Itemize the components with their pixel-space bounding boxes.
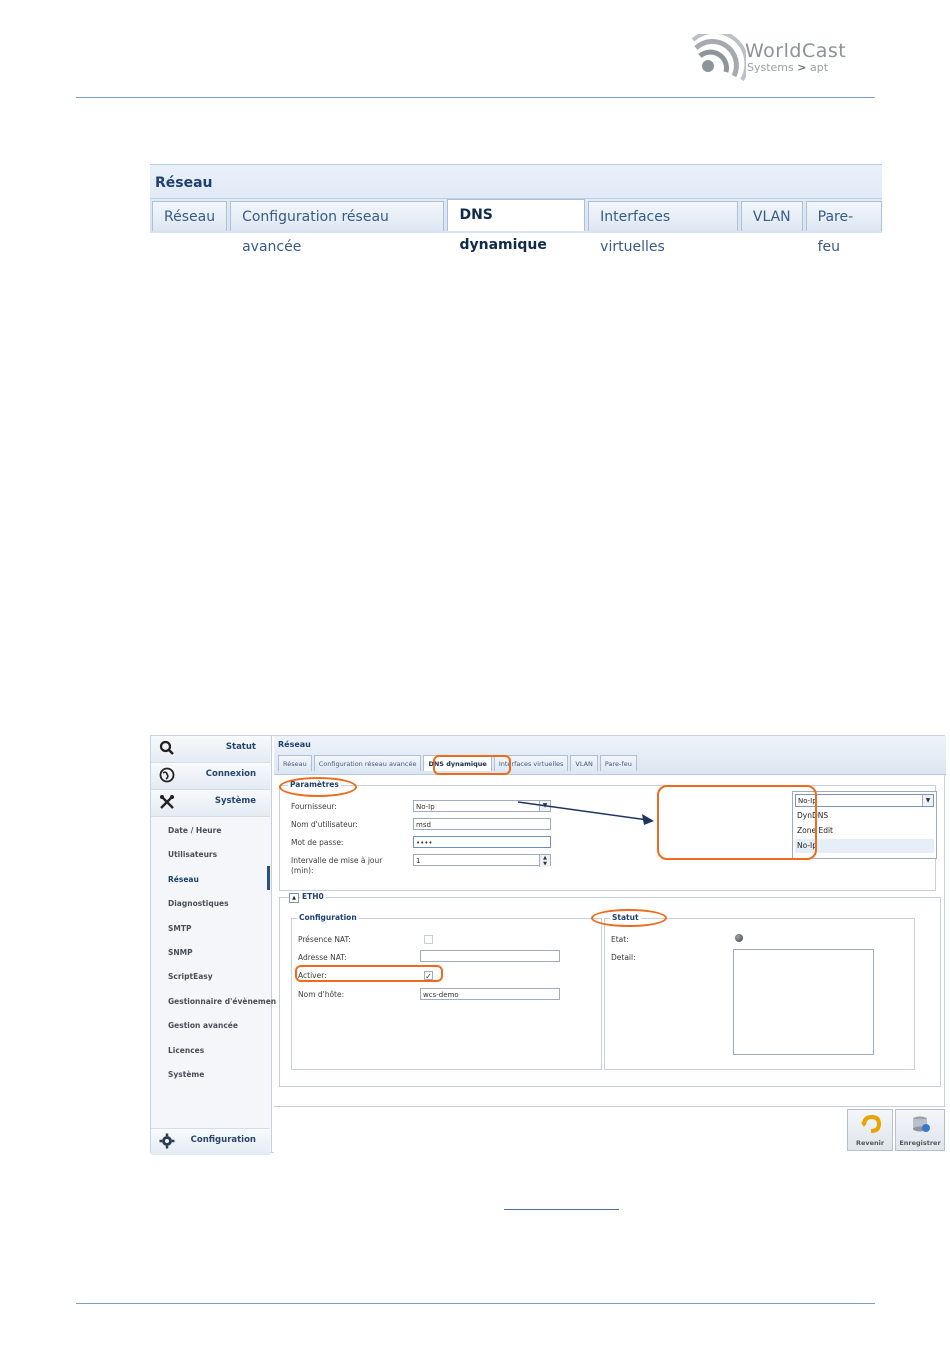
- provider-label: Fournisseur:: [291, 802, 337, 811]
- annotation-dns-tab: [433, 755, 511, 775]
- save-label: Enregistrer: [899, 1139, 941, 1147]
- logo-sub-right: apt: [809, 61, 829, 74]
- interval-stepper[interactable]: 1 ▲ ▼: [413, 854, 551, 867]
- hostname-label: Nom d'hôte:: [298, 990, 345, 999]
- arrow-icon: [517, 801, 654, 825]
- sidebar-cat-statut[interactable]: Statut: [151, 736, 270, 763]
- tab-vlan[interactable]: VLAN: [740, 201, 803, 231]
- logo-sub-sep: >: [797, 61, 807, 74]
- sidebar-item-licences[interactable]: Licences: [168, 1046, 204, 1055]
- gear-icon: [159, 1133, 175, 1149]
- interval-label: Intervalle de mise à jour: [291, 856, 383, 865]
- sidebar-item-snmp[interactable]: SNMP: [168, 948, 193, 957]
- chevron-down-icon[interactable]: ▼: [922, 795, 933, 806]
- main-titlebar: Réseau Réseau Configuration réseau avanc…: [274, 736, 946, 775]
- sidebar-cat-label: Configuration: [190, 1135, 256, 1145]
- sidebar-item-systeme[interactable]: Système: [168, 1070, 204, 1079]
- sidebar-item-utilisateurs[interactable]: Utilisateurs: [168, 850, 217, 859]
- config-screenshot: Statut Connexion Système Date / Heure Ut…: [150, 735, 946, 1155]
- tab-list: Réseau Configuration réseau avancée DNS …: [152, 199, 882, 255]
- config-legend: Configuration: [297, 913, 359, 922]
- nat-address-input[interactable]: [420, 950, 560, 962]
- sidebar-cat-label: Système: [214, 796, 256, 806]
- username-label: Nom d'utilisateur:: [291, 820, 358, 829]
- tab-dns-dynamique[interactable]: DNS dynamique: [447, 199, 586, 253]
- search-icon: [159, 740, 175, 756]
- main-area: Réseau Réseau Configuration réseau avanc…: [274, 736, 946, 1153]
- sidebar-active-marker: [267, 866, 270, 890]
- detail-label: Detail:: [611, 953, 636, 962]
- header-divider: [76, 97, 875, 98]
- sidebar-cat-configuration[interactable]: Configuration: [151, 1128, 270, 1155]
- status-group: Statut Etat: Detail:: [604, 913, 915, 1070]
- sidebar-item-diagnostiques[interactable]: Diagnostiques: [168, 899, 229, 908]
- logo-subtitle: Systems > apt: [747, 61, 828, 74]
- password-label: Mot de passe:: [291, 838, 344, 847]
- undo-icon: [861, 1114, 882, 1134]
- worldcast-logo-mark: [691, 34, 746, 82]
- revert-button[interactable]: Revenir: [847, 1109, 893, 1151]
- sidebar-cat-systeme[interactable]: Système: [151, 790, 270, 817]
- eth0-title: ETH0: [300, 892, 326, 901]
- password-input[interactable]: ••••: [413, 836, 551, 848]
- stepper-down-icon[interactable]: ▼: [539, 861, 550, 867]
- tab-vlan[interactable]: VLAN: [570, 755, 598, 771]
- network-tabbar-zoomed: Réseau Réseau Configuration réseau avanc…: [150, 164, 882, 255]
- nat-address-label: Adresse NAT:: [298, 953, 347, 962]
- tools-icon: [159, 794, 175, 810]
- config-group: Configuration Présence NAT: Adresse NAT:…: [291, 913, 602, 1070]
- revert-label: Revenir: [855, 1139, 885, 1147]
- detail-textarea[interactable]: [733, 949, 874, 1055]
- interval-unit-label: (min):: [291, 866, 314, 875]
- annotation-parametres: [279, 777, 357, 797]
- sidebar: Statut Connexion Système Date / Heure Ut…: [151, 736, 276, 1155]
- footer-divider: [76, 1303, 875, 1304]
- sidebar-item-date-heure[interactable]: Date / Heure: [168, 826, 221, 835]
- nat-presence-checkbox[interactable]: [424, 935, 433, 944]
- state-label: Etat:: [611, 935, 629, 944]
- tab-pare-feu[interactable]: Pare-feu: [599, 755, 637, 771]
- annotation-activer: [295, 965, 443, 982]
- main-title: Réseau: [278, 740, 311, 749]
- sidebar-item-reseau[interactable]: Réseau: [168, 875, 199, 884]
- network-title: Réseau: [155, 175, 213, 191]
- sidebar-cat-label: Connexion: [205, 769, 256, 779]
- save-database-icon: [911, 1114, 931, 1134]
- logo-sub-left: Systems: [747, 61, 794, 74]
- sidebar-item-smtp[interactable]: SMTP: [168, 924, 191, 933]
- tab-pare-feu[interactable]: Pare-feu: [805, 201, 882, 255]
- hostname-input[interactable]: wcs-demo: [420, 988, 560, 1000]
- tab-reseau[interactable]: Réseau: [152, 201, 228, 231]
- annotation-statut: [591, 909, 667, 927]
- tab-reseau[interactable]: Réseau: [278, 755, 312, 771]
- nat-presence-label: Présence NAT:: [298, 935, 351, 944]
- collapse-icon[interactable]: ▲: [289, 893, 299, 903]
- globe-icon: [159, 767, 175, 783]
- provider-value: No-Ip: [416, 803, 435, 811]
- underline-link: [504, 1209, 619, 1210]
- tab-config-reseau-avancee[interactable]: Configuration réseau avancée: [313, 755, 422, 771]
- interval-value: 1: [416, 857, 421, 865]
- tab-interfaces-virtuelles[interactable]: Interfaces virtuelles: [588, 201, 738, 255]
- sidebar-item-scripteasy[interactable]: ScriptEasy: [168, 972, 213, 981]
- annotation-dropdown: [657, 785, 817, 860]
- action-bar: Revenir Enregistrer: [274, 1106, 946, 1153]
- state-indicator: [735, 934, 743, 942]
- logo-wordmark: WorldCast: [745, 40, 847, 62]
- save-button[interactable]: Enregistrer: [895, 1109, 945, 1151]
- sidebar-item-gestionnaire-evenements[interactable]: Gestionnaire d'évènemen: [168, 997, 276, 1006]
- sidebar-cat-connexion[interactable]: Connexion: [151, 763, 270, 790]
- sidebar-item-gestion-avancee[interactable]: Gestion avancée: [168, 1021, 238, 1030]
- sidebar-cat-label: Statut: [225, 742, 256, 752]
- tab-config-reseau-avancee[interactable]: Configuration réseau avancée: [230, 201, 445, 255]
